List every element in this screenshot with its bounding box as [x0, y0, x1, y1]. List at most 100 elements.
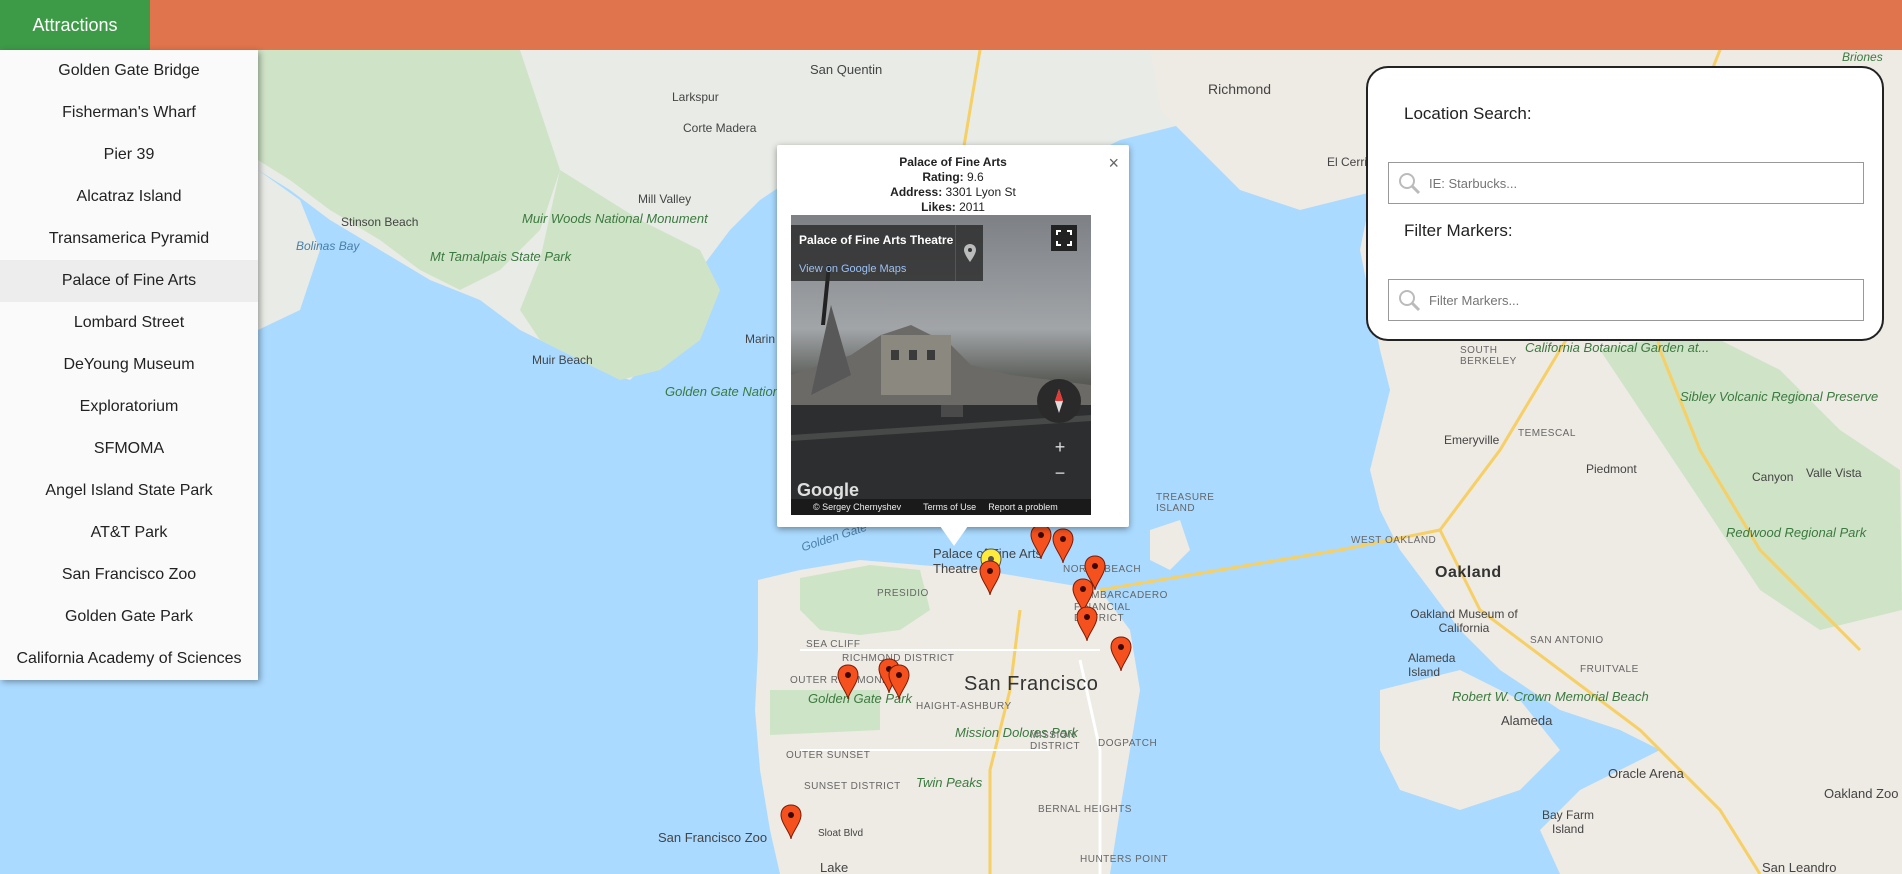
map-label-mill-valley: Mill Valley: [638, 192, 692, 206]
map-label-mission-district: MISSION DISTRICT: [1030, 730, 1081, 752]
map-label-twin-peaks: Twin Peaks: [916, 775, 983, 790]
filter-markers-input[interactable]: [1429, 281, 1863, 319]
map-label-alameda-island: Alameda Island: [1408, 651, 1456, 679]
sidebar-item-transamerica-pyramid[interactable]: Transamerica Pyramid: [0, 218, 258, 260]
map-label-sea-cliff: SEA CLIFF: [806, 639, 861, 650]
sidebar-item-pier-39[interactable]: Pier 39: [0, 134, 258, 176]
map-label-hunters-point: HUNTERS POINT: [1080, 854, 1169, 865]
map-label-sibley: Sibley Volcanic Regional Preserve: [1680, 390, 1878, 404]
map-label-muir-beach: Muir Beach: [532, 353, 593, 367]
marker-fishermans-wharf[interactable]: [1052, 528, 1074, 564]
map-label-san-antonio: SAN ANTONIO: [1530, 635, 1604, 646]
sidebar-item-palace-of-fine-arts[interactable]: Palace of Fine Arts: [0, 260, 258, 302]
map-label-san-leandro: San Leandro: [1762, 860, 1837, 874]
location-search-box[interactable]: [1388, 162, 1864, 204]
address-value: 3301 Lyon St: [945, 185, 1016, 199]
fullscreen-icon[interactable]: [1051, 225, 1077, 251]
map-label-alameda: Alameda: [1501, 713, 1553, 728]
marker-transamerica-pyramid[interactable]: [1076, 606, 1098, 642]
likes-value: 2011: [959, 200, 985, 214]
map-label-mission-dolores: Mission Dolores Park: [955, 725, 1078, 740]
map-label-redwood: Redwood Regional Park: [1726, 525, 1867, 540]
map-label-larkspur: Larkspur: [672, 90, 719, 104]
sidebar-item-california-academy[interactable]: California Academy of Sciences: [0, 638, 258, 680]
zoom-in-button[interactable]: +: [1047, 435, 1073, 459]
map-label-san-francisco: San Francisco: [964, 673, 1099, 695]
sidebar-item-att-park[interactable]: AT&T Park: [0, 512, 258, 554]
map-label-mt-tamalpais: Mt Tamalpais State Park: [430, 249, 572, 264]
location-search-input[interactable]: [1429, 164, 1863, 202]
map-label-berkeley-garden: California Botanical Garden at...: [1525, 340, 1710, 355]
report-problem-link[interactable]: Report a problem: [982, 502, 1064, 512]
info-window-pointer: [940, 526, 968, 546]
map-label-lake: Lake: [820, 860, 849, 874]
map-label-richmond: Richmond: [1208, 81, 1272, 97]
rating-value: 9.6: [966, 170, 984, 184]
map-label-oakland: Oakland: [1435, 564, 1502, 581]
street-view-header: Palace of Fine Arts Theatre View on Goog…: [791, 225, 983, 281]
marker-golden-gate-bridge[interactable]: [1030, 524, 1052, 560]
map-label-dogpatch: DOGPATCH: [1098, 738, 1158, 749]
map-label-temescal: TEMESCAL: [1518, 428, 1576, 439]
photo-credit: © Sergey Chernyshev: [813, 502, 902, 512]
map-label-emeryville: Emeryville: [1444, 433, 1500, 447]
map-label-piedmont: Piedmont: [1586, 462, 1637, 476]
info-window-details: Palace of Fine Arts Rating: 9.6 Address:…: [777, 155, 1129, 215]
sidebar-item-alcatraz-island[interactable]: Alcatraz Island: [0, 176, 258, 218]
map-label-west-oakland: WEST OAKLAND: [1351, 535, 1437, 546]
sidebar-item-deyoung-museum[interactable]: DeYoung Museum: [0, 344, 258, 386]
filter-markers-box[interactable]: [1388, 279, 1864, 321]
map-label-marin: Marin: [745, 332, 776, 346]
map-label-treasure-island: TREASURE ISLAND: [1156, 492, 1215, 514]
sidebar-item-sf-zoo[interactable]: San Francisco Zoo: [0, 554, 258, 596]
zoom-out-button[interactable]: −: [1047, 461, 1073, 485]
map-label-ggnra: Golden Gate National Recreation Area: [665, 384, 887, 399]
map-label-fruitvale: FRUITVALE: [1580, 664, 1639, 675]
google-logo: Google: [797, 480, 859, 500]
sidebar-item-golden-gate-bridge[interactable]: Golden Gate Bridge: [0, 50, 258, 92]
marker-lombard-street[interactable]: [979, 560, 1001, 596]
map-label-embarcadero: EMBARCADERO: [1084, 590, 1168, 601]
map-label-haight: HAIGHT-ASHBURY: [916, 701, 1012, 712]
street-view-footer: © Sergey Chernyshev Terms of Use Report …: [791, 499, 1091, 515]
marker-att-park[interactable]: [1110, 636, 1132, 672]
compass-icon[interactable]: [1037, 379, 1081, 423]
info-title: Palace of Fine Arts: [899, 155, 1007, 169]
map-label-valle-vista: Valle Vista: [1806, 466, 1862, 480]
map-label-san-quentin: San Quentin: [810, 62, 883, 77]
sidebar-item-fishermans-wharf[interactable]: Fisherman's Wharf: [0, 92, 258, 134]
map-label-south-berkeley: SOUTH BERKELEY: [1460, 345, 1517, 367]
map-label-muir-woods: Muir Woods National Monument: [522, 212, 708, 226]
marker-san-francisco-zoo[interactable]: [780, 804, 802, 840]
street-view-place-name: Palace of Fine Arts Theatre: [799, 233, 954, 247]
map-label-oakland-zoo: Oakland Zoo: [1824, 786, 1899, 801]
map-label-sloat: Sloat Blvd: [818, 828, 864, 839]
search-icon: [1389, 280, 1429, 320]
sidebar-item-angel-island[interactable]: Angel Island State Park: [0, 470, 258, 512]
filter-markers-label: Filter Markers:: [1404, 221, 1513, 240]
map-label-sunset-district: SUNSET DISTRICT: [804, 781, 901, 792]
sidebar-item-exploratorium[interactable]: Exploratorium: [0, 386, 258, 428]
attractions-sidebar: Golden Gate Bridge Fisherman's Wharf Pie…: [0, 50, 258, 680]
map-pin-icon[interactable]: [955, 225, 983, 281]
map-label-outer-sunset: OUTER SUNSET: [786, 750, 871, 761]
top-bar: Attractions: [0, 0, 1902, 50]
street-view-panorama[interactable]: Palace of Fine Arts Theatre View on Goog…: [791, 215, 1091, 515]
sidebar-item-lombard-street[interactable]: Lombard Street: [0, 302, 258, 344]
map-label-bay-farm: Bay Farm Island: [1541, 808, 1594, 836]
search-icon: [1389, 163, 1429, 203]
terms-of-use-link[interactable]: Terms of Use: [917, 502, 982, 512]
attractions-button[interactable]: Attractions: [0, 0, 150, 50]
map-label-sf-zoo: San Francisco Zoo: [658, 830, 768, 845]
map-label-canyon: Canyon: [1752, 470, 1794, 484]
sidebar-item-sfmoma[interactable]: SFMOMA: [0, 428, 258, 470]
address-label: Address:: [890, 185, 943, 199]
marker-golden-gate-park[interactable]: [837, 664, 859, 700]
likes-label: Likes:: [921, 200, 956, 214]
rating-label: Rating:: [922, 170, 964, 184]
map-label-briones: Briones: [1842, 50, 1883, 64]
sidebar-item-golden-gate-park[interactable]: Golden Gate Park: [0, 596, 258, 638]
view-on-google-maps-link[interactable]: View on Google Maps: [799, 263, 906, 275]
map-label-stinson-beach: Stinson Beach: [341, 215, 419, 229]
marker-california-academy[interactable]: [888, 664, 910, 700]
